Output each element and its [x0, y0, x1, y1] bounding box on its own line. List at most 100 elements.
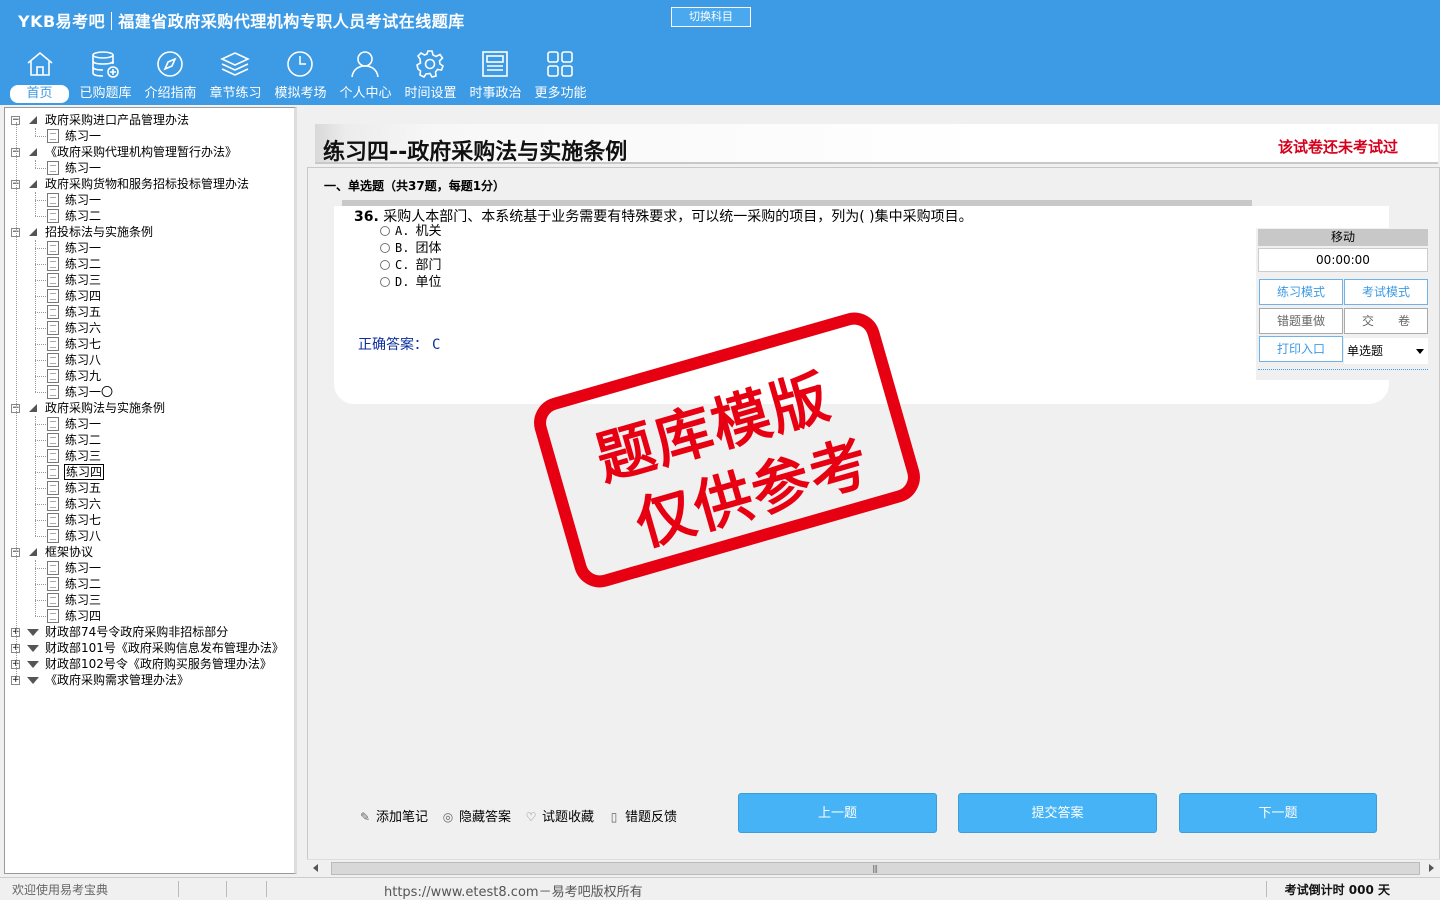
- document-icon: [47, 273, 59, 287]
- nav-time-label: 时间设置: [404, 86, 457, 101]
- nav-time-settings[interactable]: 时间设置: [398, 46, 463, 104]
- tree-exercise-item[interactable]: 练习八: [5, 352, 294, 368]
- option-c[interactable]: C. 部门: [380, 257, 441, 273]
- nav-guide[interactable]: 介绍指南: [138, 46, 203, 104]
- nav-personal-label: 个人中心: [339, 86, 392, 101]
- tree-exercise-item[interactable]: 练习一: [5, 192, 294, 208]
- tree-exercise-item[interactable]: 练习四: [5, 608, 294, 624]
- tree-exercise-item[interactable]: 练习三: [5, 272, 294, 288]
- exam-status: 该试卷还未考试过: [1277, 138, 1398, 156]
- option-d[interactable]: D. 单位: [380, 274, 441, 290]
- tree-exercise-item[interactable]: 练习三: [5, 592, 294, 608]
- switch-subject-button[interactable]: 切换科目: [671, 7, 751, 27]
- document-icon: [47, 593, 59, 607]
- print-button[interactable]: 打印入口: [1259, 336, 1343, 362]
- tree-chapter[interactable]: + 财政部101号《政府采购信息发布管理办法》: [5, 640, 294, 656]
- tree-exercise-item[interactable]: 练习一: [5, 160, 294, 176]
- tree-exercise-item[interactable]: 练习二: [5, 208, 294, 224]
- nav-home[interactable]: 首页: [8, 46, 73, 104]
- horizontal-scrollbar[interactable]: |||: [307, 859, 1440, 876]
- grip-icon: |||: [872, 864, 878, 873]
- nav-current-affairs[interactable]: 时事政治: [463, 46, 528, 104]
- question-text: 36. 采购人本部门、本系统基于业务需要有特殊要求，可以统一采购的项目，列为( …: [354, 206, 973, 226]
- scroll-left-icon[interactable]: [313, 864, 318, 872]
- tree-exercise-item[interactable]: 练习二: [5, 576, 294, 592]
- option-b[interactable]: B. 团体: [380, 240, 441, 256]
- nav-chapter-practice[interactable]: 章节练习: [203, 46, 268, 104]
- favorite-button[interactable]: ♡ 试题收藏: [524, 806, 594, 825]
- nav-affairs-label: 时事政治: [469, 86, 522, 101]
- exam-main: 练习四--政府采购法与实施条例 该试卷还未考试过 一、单选题（共37题，每题1分…: [305, 107, 1440, 874]
- scroll-thumb[interactable]: |||: [331, 862, 1420, 875]
- document-icon: [47, 385, 59, 399]
- tree-exercise-item[interactable]: 练习七: [5, 336, 294, 352]
- tree-exercise-item[interactable]: 练习一: [5, 240, 294, 256]
- hide-answer-button[interactable]: ◎ 隐藏答案: [441, 806, 511, 825]
- submit-answer-button[interactable]: 提交答案: [958, 793, 1157, 833]
- prev-question-button[interactable]: 上一题: [738, 793, 937, 833]
- nav-more-features[interactable]: 更多功能: [528, 46, 593, 104]
- tree-chapter[interactable]: + 财政部74号令政府采购非招标部分: [5, 624, 294, 640]
- layers-icon: [220, 52, 250, 76]
- add-note-button[interactable]: ✎ 添加笔记: [358, 806, 428, 825]
- tree-chapter[interactable]: − 政府采购法与实施条例: [5, 400, 294, 416]
- redo-wrong-button[interactable]: 错题重做: [1259, 308, 1343, 334]
- tree-chapter[interactable]: − 框架协议: [5, 544, 294, 560]
- practice-mode-button[interactable]: 练习模式: [1259, 279, 1343, 305]
- tree-exercise-item[interactable]: 练习一: [5, 560, 294, 576]
- tree-chapter[interactable]: − 政府采购货物和服务招标投标管理办法: [5, 176, 294, 192]
- gear-icon: [416, 50, 444, 79]
- submit-paper-button[interactable]: 交 卷: [1344, 308, 1428, 334]
- tree-exercise-item[interactable]: 练习一: [5, 416, 294, 432]
- exam-countdown: 考试倒计时 000 天: [1284, 883, 1390, 897]
- tree-chapter[interactable]: + 财政部102号令《政府购买服务管理办法》: [5, 656, 294, 672]
- question-type-select[interactable]: 单选题: [1344, 338, 1428, 364]
- question-body: 采购人本部门、本系统基于业务需要有特殊要求，可以统一采购的项目，列为( )集中采…: [383, 209, 973, 225]
- nav-purchased-bank[interactable]: 已购题库: [73, 46, 138, 104]
- document-icon: [47, 209, 59, 223]
- feedback-button[interactable]: ▯ 错题反馈: [607, 806, 677, 825]
- document-icon: [47, 305, 59, 319]
- document-icon: [47, 161, 59, 175]
- document-icon: [47, 257, 59, 271]
- news-icon: [482, 51, 508, 77]
- nav-mock-exam[interactable]: 模拟考场: [268, 46, 333, 104]
- next-question-button[interactable]: 下一题: [1179, 793, 1377, 833]
- document-icon: [47, 561, 59, 575]
- document-icon: [47, 289, 59, 303]
- document-icon: [47, 481, 59, 495]
- exam-timer: 00:00:00: [1258, 248, 1428, 272]
- welcome-text: 欢迎使用易考宝典: [12, 883, 109, 897]
- tree-chapter[interactable]: − 政府采购进口产品管理办法: [5, 112, 294, 128]
- nav-more-label: 更多功能: [534, 86, 587, 101]
- move-handle[interactable]: 移动: [1258, 229, 1428, 246]
- folder-triangle-icon: [29, 404, 37, 412]
- scroll-right-icon[interactable]: [1429, 864, 1434, 872]
- tree-exercise-item[interactable]: 练习五: [5, 304, 294, 320]
- tree-exercise-item[interactable]: 练习五: [5, 480, 294, 496]
- tree-exercise-item[interactable]: 练习七: [5, 512, 294, 528]
- tree-exercise-item[interactable]: 练习六: [5, 320, 294, 336]
- tree-chapter[interactable]: − 招投标法与实施条例: [5, 224, 294, 240]
- tree-exercise-item[interactable]: 练习一: [5, 128, 294, 144]
- tree-exercise-item[interactable]: 练习二: [5, 432, 294, 448]
- exam-mode-button[interactable]: 考试模式: [1344, 279, 1428, 305]
- question-area: 一、单选题（共37题，每题1分） 36. 采购人本部门、本系统基于业务需要有特殊…: [307, 167, 1440, 860]
- question-card: 36. 采购人本部门、本系统基于业务需要有特殊要求，可以统一采购的项目，列为( …: [334, 206, 1389, 404]
- tree-chapter[interactable]: − 《政府采购代理机构管理暂行办法》: [5, 144, 294, 160]
- folder-triangle-icon: [27, 645, 39, 652]
- tree-exercise-item[interactable]: 练习四: [5, 288, 294, 304]
- tree-exercise-item[interactable]: 练习九: [5, 368, 294, 384]
- tree-exercise-item[interactable]: 练习四: [5, 464, 294, 480]
- option-a[interactable]: A. 机关: [380, 223, 441, 239]
- nav-personal-center[interactable]: 个人中心: [333, 46, 398, 104]
- tree-exercise-item[interactable]: 练习二: [5, 256, 294, 272]
- folder-triangle-icon: [29, 228, 37, 236]
- tree-exercise-item[interactable]: 练习一〇: [5, 384, 294, 400]
- tree-chapter[interactable]: + 《政府采购需求管理办法》: [5, 672, 294, 688]
- chevron-down-icon: [1416, 349, 1424, 354]
- chapter-tree[interactable]: − 政府采购进口产品管理办法 练习一 − 《政府采购代理机构管理暂行办法》 练习一 − 政府采…: [4, 107, 297, 874]
- tree-exercise-item[interactable]: 练习三: [5, 448, 294, 464]
- tree-exercise-item[interactable]: 练习八: [5, 528, 294, 544]
- tree-exercise-item[interactable]: 练习六: [5, 496, 294, 512]
